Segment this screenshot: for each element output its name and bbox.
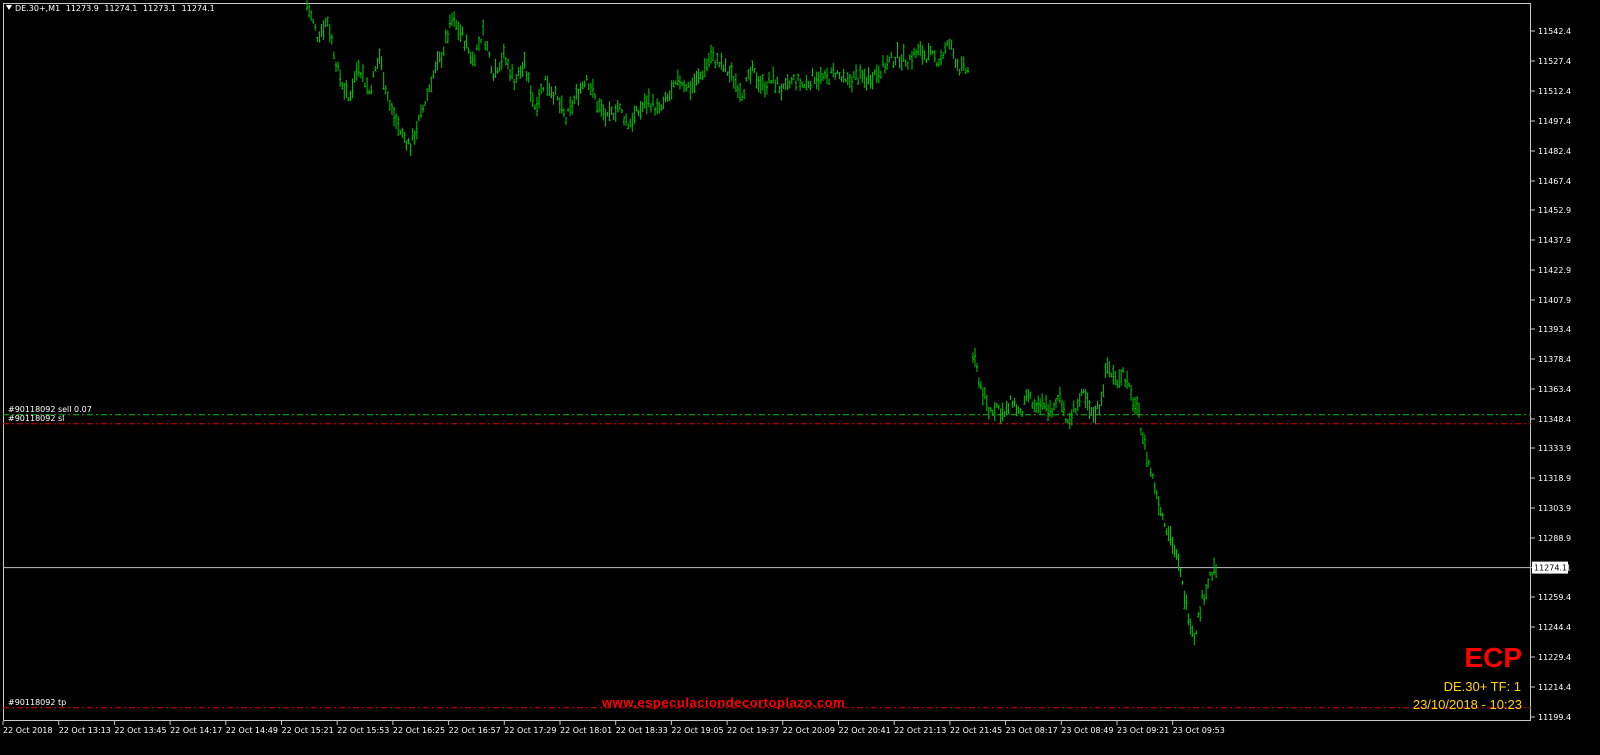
x-tick-label: 22 Oct 20:09: [783, 726, 835, 735]
watermark-url: www.especulaciondecortoplazo.com: [602, 695, 846, 710]
y-tick-label: 11407.9: [1538, 296, 1571, 305]
brand-logo-text: ECP: [1464, 642, 1522, 673]
x-tick-label: 22 Oct 14:49: [226, 726, 278, 735]
y-tick-label: 11452.9: [1538, 206, 1571, 215]
y-tick-label: 11244.4: [1538, 623, 1571, 632]
price-chart: 11542.4 11527.4 11512.4 11497.4 11482.4 11467…: [2, 0, 1571, 735]
y-tick-label: 11199.4: [1538, 713, 1571, 722]
x-tick-label: 22 Oct 18:01: [560, 726, 612, 735]
x-tick-label: 22 Oct 19:37: [727, 726, 779, 735]
y-tick-label: 11288.9: [1538, 534, 1571, 543]
current-price-label: 11274.1: [1534, 564, 1567, 573]
order-line-label: #90118092 sl: [8, 414, 64, 423]
y-tick-label: 11363.4: [1538, 385, 1571, 394]
x-tick-label: 22 Oct 2018: [3, 726, 52, 735]
x-tick-label: 22 Oct 16:57: [449, 726, 501, 735]
x-tick-label: 23 Oct 09:53: [1173, 726, 1225, 735]
y-tick-label: 11393.4: [1538, 325, 1571, 334]
x-tick-label: 23 Oct 08:17: [1006, 726, 1058, 735]
y-tick-label: 11497.4: [1538, 117, 1571, 126]
y-tick-label: 11422.9: [1538, 266, 1571, 275]
x-tick-label: 23 Oct 09:21: [1117, 726, 1169, 735]
y-tick-label: 11259.4: [1538, 593, 1571, 602]
x-tick-label: 22 Oct 13:45: [114, 726, 166, 735]
y-tick-label: 11348.4: [1538, 415, 1571, 424]
y-tick-label: 11378.4: [1538, 355, 1571, 364]
y-tick-label: 11333.9: [1538, 444, 1571, 453]
x-tick-label: 22 Oct 21:13: [894, 726, 946, 735]
y-tick-label: 11482.4: [1538, 147, 1571, 156]
x-tick-label: 22 Oct 17:29: [504, 726, 556, 735]
y-tick-label: 11214.4: [1538, 683, 1571, 692]
x-tick-label: 22 Oct 18:33: [616, 726, 668, 735]
y-tick-label: 11527.4: [1538, 57, 1571, 66]
x-tick-label: 22 Oct 19:05: [671, 726, 723, 735]
x-tick-label: 22 Oct 13:13: [59, 726, 111, 735]
y-tick-label: 11437.9: [1538, 236, 1571, 245]
x-tick-label: 22 Oct 15:21: [282, 726, 334, 735]
x-tick-label: 22 Oct 16:25: [393, 726, 445, 735]
x-tick-label: 23 Oct 08:49: [1061, 726, 1113, 735]
x-tick-label: 22 Oct 14:17: [170, 726, 222, 735]
y-tick-label: 11467.4: [1538, 177, 1571, 186]
x-tick-label: 22 Oct 21:45: [950, 726, 1002, 735]
x-tick-label: 22 Oct 20:41: [839, 726, 891, 735]
y-tick-label: 11512.4: [1538, 87, 1571, 96]
order-line-label: #90118092 sell 0.07: [8, 405, 92, 414]
y-tick-label: 11542.4: [1538, 27, 1571, 36]
y-tick-label: 11229.4: [1538, 653, 1571, 662]
x-tick-label: 22 Oct 15:53: [337, 726, 389, 735]
order-line-label: #90118092 tp: [8, 698, 66, 707]
symbol-timeframe: DE.30+ TF: 1: [1443, 679, 1521, 694]
y-tick-label: 11318.9: [1538, 474, 1571, 483]
y-tick-label: 11303.9: [1538, 504, 1571, 513]
date-time-stamp: 23/10/2018 - 10:23: [1412, 697, 1522, 712]
